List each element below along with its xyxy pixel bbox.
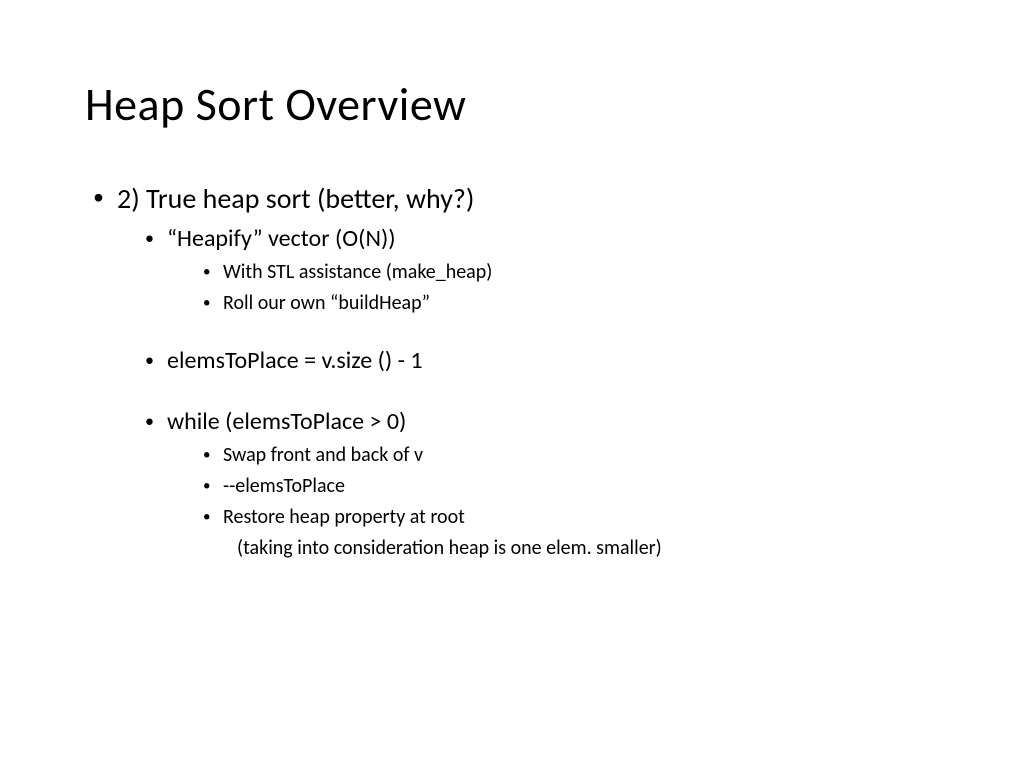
- bullet-l3: With STL assistance (make_heap): [223, 259, 939, 286]
- bullet-list: while (elemsToPlace > 0) Swap front and …: [85, 406, 939, 531]
- spacer: [85, 321, 939, 345]
- bullet-l2: elemsToPlace = v.size () - 1: [167, 345, 939, 377]
- bullet-l1: 2) True heap sort (better, why?): [117, 181, 939, 217]
- bullet-l2: “Heapify” vector (O(N)): [167, 223, 939, 255]
- bullet-l3: Roll our own “buildHeap”: [223, 290, 939, 317]
- bullet-list: elemsToPlace = v.size () - 1: [85, 345, 939, 377]
- bullet-l2: while (elemsToPlace > 0): [167, 406, 939, 438]
- slide: Heap Sort Overview 2) True heap sort (be…: [0, 0, 1024, 768]
- bullet-continuation: (taking into consideration heap is one e…: [237, 535, 939, 562]
- bullet-l3: Swap front and back of v: [223, 442, 939, 469]
- slide-title: Heap Sort Overview: [85, 80, 939, 131]
- bullet-list: 2) True heap sort (better, why?) “Heapif…: [85, 181, 939, 318]
- spacer: [85, 382, 939, 406]
- bullet-l3: Restore heap property at root: [223, 504, 939, 531]
- bullet-l3: --elemsToPlace: [223, 473, 939, 500]
